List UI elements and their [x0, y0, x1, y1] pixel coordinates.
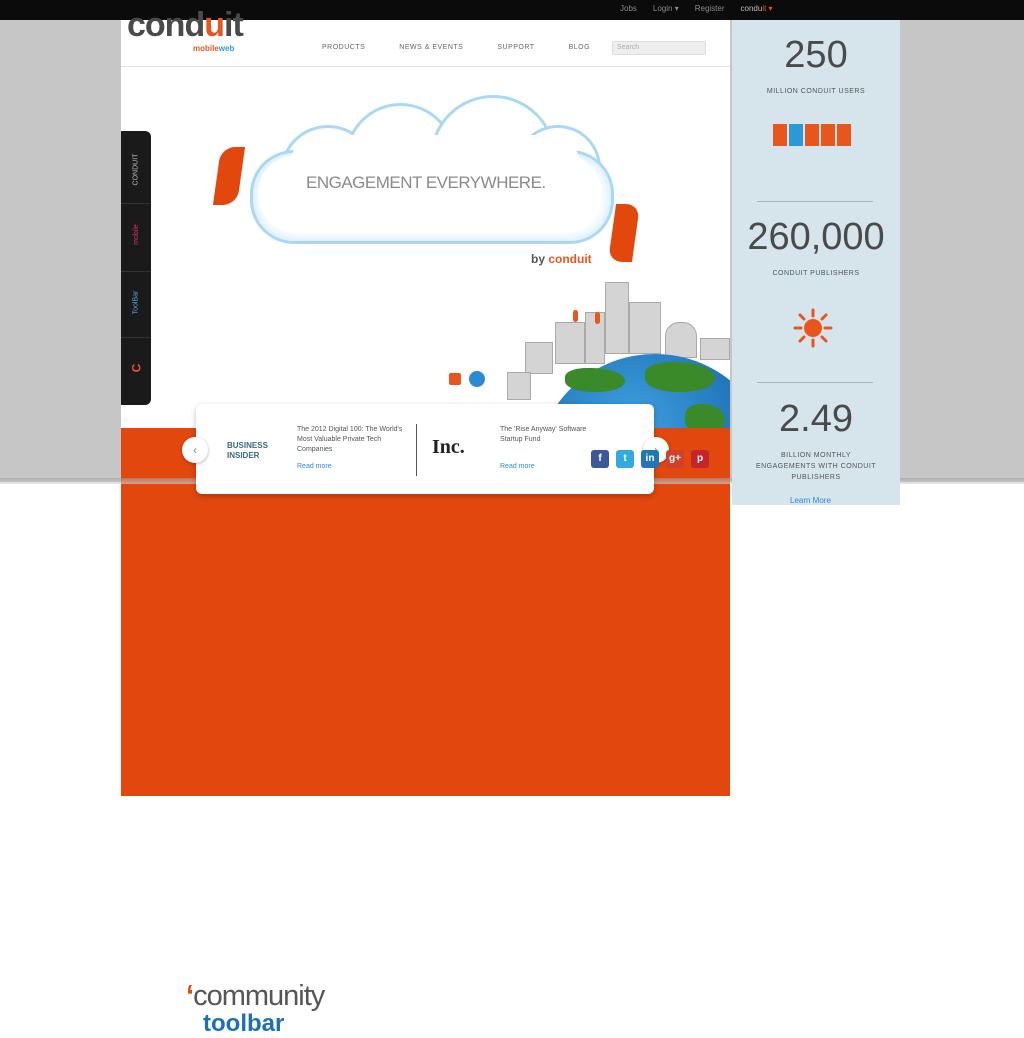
byline-b: conduit	[548, 252, 592, 266]
people-icon	[773, 124, 851, 146]
logo1-line2: INSIDER	[227, 451, 260, 460]
stat-publishers-value: 260,000	[747, 216, 885, 258]
twitter-icon[interactable]: t	[616, 450, 634, 468]
logo-tagline-b: web	[218, 44, 235, 53]
press-read-more-2[interactable]: Read more	[500, 463, 535, 470]
stat-users-value: 250	[784, 34, 848, 76]
top-brand-a: condu	[740, 4, 763, 13]
business-insider-logo: BUSINESS INSIDER	[227, 441, 268, 461]
slide-dot-orange[interactable]	[449, 373, 461, 385]
press-read-more-1[interactable]: Read more	[297, 463, 332, 470]
side-tab-c[interactable]: C	[121, 337, 151, 398]
side-tab-label: C	[128, 363, 143, 373]
top-link-jobs[interactable]: Jobs	[620, 4, 637, 13]
side-tab-toolbar[interactable]: ToolBar	[121, 271, 151, 332]
side-tab-label: CONDUIT	[132, 153, 140, 185]
side-tab-label: mobile	[132, 223, 140, 245]
stat-engagements-value: 2.49	[779, 398, 853, 440]
press-divider	[416, 424, 417, 476]
cloud-shape	[250, 95, 614, 245]
slide-dot-blue[interactable]	[469, 371, 485, 387]
search-input[interactable]: Search	[612, 41, 706, 55]
top-links: Jobs Login ▾ Register conduit ▾	[620, 4, 773, 13]
stat-engagements-label: BILLION MONTHLY ENGAGEMENTS WITH CONDUIT…	[755, 452, 877, 481]
stat-users-label: MILLION CONDUIT USERS	[766, 88, 866, 95]
top-brand-b: it ▾	[762, 4, 773, 13]
byline-a: by	[531, 252, 549, 266]
main-nav: PRODUCTS NEWS & EVENTS SUPPORT BLOG	[322, 44, 590, 51]
inc-logo: Inc.	[432, 436, 465, 458]
press-text-2: The 'Rise Anyway' Software Startup Fund	[500, 426, 587, 443]
stats-divider	[757, 201, 873, 202]
header-divider	[121, 66, 730, 67]
nav-news-events[interactable]: NEWS & EVENTS	[399, 44, 463, 51]
top-link-login[interactable]: Login ▾	[653, 4, 679, 13]
facebook-icon[interactable]: f	[591, 450, 609, 468]
linkedin-icon[interactable]: in	[641, 450, 659, 468]
logo1-line1: BUSINESS	[227, 441, 268, 450]
conduit-logo[interactable]: conduit	[127, 6, 244, 45]
community-quote-mark: ‘	[186, 980, 194, 1012]
logo-part-c: it	[224, 6, 244, 44]
logo-tagline-a: mobile	[193, 44, 219, 53]
press-text-1: The 2012 Digital 100: The World's Most V…	[297, 426, 403, 453]
community-word: community	[193, 980, 325, 1012]
community-toolbar-logo[interactable]: ‘community	[186, 980, 325, 1013]
carousel-prev-button[interactable]: ‹	[182, 437, 208, 463]
logo-part-u: u	[204, 6, 225, 44]
social-icons: f t in g+ p	[591, 450, 709, 468]
nav-support[interactable]: SUPPORT	[497, 44, 534, 51]
side-tab-label: ToolBar	[132, 290, 140, 314]
sun-icon	[793, 308, 833, 348]
side-tabs: CONDUIT mobile ToolBar C	[121, 131, 151, 405]
nav-blog[interactable]: BLOG	[569, 44, 590, 51]
top-brand-menu[interactable]: conduit ▾	[741, 4, 773, 13]
pinterest-icon[interactable]: p	[691, 450, 709, 468]
toolbar-word: toolbar	[203, 1010, 285, 1037]
stats-learn-more-link[interactable]: Learn More	[790, 496, 831, 505]
logo-part-a: cond	[127, 6, 205, 44]
hero-headline: ENGAGEMENT EVERYWHERE.	[306, 173, 546, 192]
logo-tagline: mobileweb	[193, 44, 234, 53]
side-tab-conduit[interactable]: CONDUIT	[121, 139, 151, 199]
stat-publishers-label: CONDUIT PUBLISHERS	[772, 270, 860, 277]
top-link-register[interactable]: Register	[695, 4, 725, 13]
nav-products[interactable]: PRODUCTS	[322, 44, 365, 51]
slider-dots	[449, 371, 485, 387]
hero-byline: by conduit	[531, 252, 592, 266]
googleplus-icon[interactable]: g+	[666, 450, 684, 468]
side-tab-mobile[interactable]: mobile	[121, 203, 151, 264]
stats-divider	[757, 382, 873, 383]
